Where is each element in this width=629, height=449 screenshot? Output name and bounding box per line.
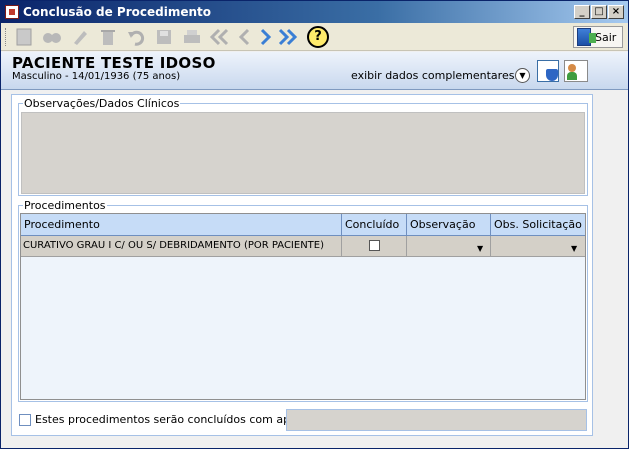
close-button[interactable]: × — [608, 5, 624, 19]
toolbar: ? Sair — [1, 23, 628, 51]
new-icon[interactable] — [13, 26, 35, 48]
next-icon[interactable] — [255, 26, 277, 48]
main-window: Conclusão de Procedimento _ □ × ? Sair P… — [0, 0, 629, 449]
procedures-legend: Procedimentos — [23, 199, 107, 212]
column-header-observation[interactable]: Observação — [407, 214, 491, 236]
observations-group: Observações/Dados Clínicos — [18, 97, 588, 196]
first-icon[interactable] — [209, 26, 231, 48]
help-icon[interactable]: ? — [307, 26, 329, 48]
prev-icon[interactable] — [233, 26, 255, 48]
patient-name: PACIENTE TESTE IDOSO — [12, 54, 216, 72]
last-icon[interactable] — [277, 26, 299, 48]
save-icon[interactable] — [153, 26, 175, 48]
shield-icon[interactable] — [537, 60, 559, 82]
patient-header: PACIENTE TESTE IDOSO Masculino - 14/01/1… — [1, 52, 628, 90]
undo-icon[interactable] — [125, 26, 147, 48]
table-header: Procedimento Concluído Observação Obs. S… — [21, 214, 585, 236]
apoio-input[interactable] — [286, 409, 587, 431]
toolbar-grip — [5, 28, 8, 46]
observations-legend: Observações/Dados Clínicos — [23, 97, 181, 110]
edit-icon[interactable] — [69, 26, 91, 48]
procedures-table: Procedimento Concluído Observação Obs. S… — [20, 213, 586, 400]
procedures-group: Procedimentos Procedimento Concluído Obs… — [18, 199, 588, 402]
chevron-down-icon[interactable]: ▼ — [477, 239, 483, 259]
window-title: Conclusão de Procedimento — [23, 5, 212, 19]
column-header-concluded[interactable]: Concluído — [342, 214, 407, 236]
search-icon[interactable] — [41, 26, 63, 48]
table-row[interactable]: CURATIVO GRAU I C/ OU S/ DEBRIDAMENTO (P… — [21, 236, 585, 257]
chevron-down-icon[interactable]: ▼ — [571, 239, 577, 259]
concluded-checkbox[interactable] — [369, 240, 380, 251]
observations-textarea[interactable] — [21, 112, 585, 194]
row-procedure: CURATIVO GRAU I C/ OU S/ DEBRIDAMENTO (P… — [21, 236, 342, 256]
row-obs-request-select[interactable]: ▼ — [491, 236, 585, 256]
patient-info: Masculino - 14/01/1936 (75 anos) — [12, 71, 181, 82]
chevron-down-icon[interactable]: ▼ — [515, 68, 530, 83]
row-concluded-cell — [342, 236, 407, 256]
column-header-obs-request[interactable]: Obs. Solicitação — [491, 214, 585, 236]
maximize-button[interactable]: □ — [591, 5, 607, 19]
exit-label: Sair — [595, 30, 617, 44]
exit-button[interactable]: Sair — [573, 26, 623, 48]
apoio-label: Estes procedimentos serão concluídos com… — [35, 413, 307, 426]
delete-icon[interactable] — [97, 26, 119, 48]
title-bar: Conclusão de Procedimento _ □ × — [1, 1, 628, 23]
column-header-procedure[interactable]: Procedimento — [21, 214, 342, 236]
user-card-icon[interactable] — [564, 60, 588, 82]
apoio-checkbox[interactable] — [19, 414, 31, 426]
row-observation-select[interactable]: ▼ — [407, 236, 491, 256]
minimize-button[interactable]: _ — [574, 5, 590, 19]
main-panel: Observações/Dados Clínicos Procedimentos… — [11, 94, 593, 436]
more-data-link[interactable]: exibir dados complementares... — [351, 69, 525, 82]
print-icon[interactable] — [181, 26, 203, 48]
exit-icon — [577, 28, 596, 46]
app-icon — [5, 5, 19, 19]
